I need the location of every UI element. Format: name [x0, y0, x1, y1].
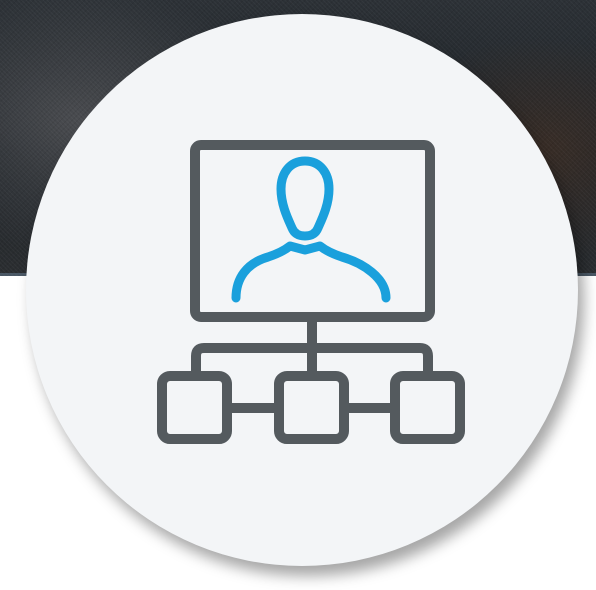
org-node-left-icon — [157, 371, 232, 444]
user-head-icon — [276, 156, 334, 241]
org-node-right-icon — [390, 371, 465, 444]
org-chart-user-icon — [157, 140, 465, 444]
user-shoulders-icon — [231, 241, 391, 303]
org-node-center-icon — [274, 371, 349, 444]
